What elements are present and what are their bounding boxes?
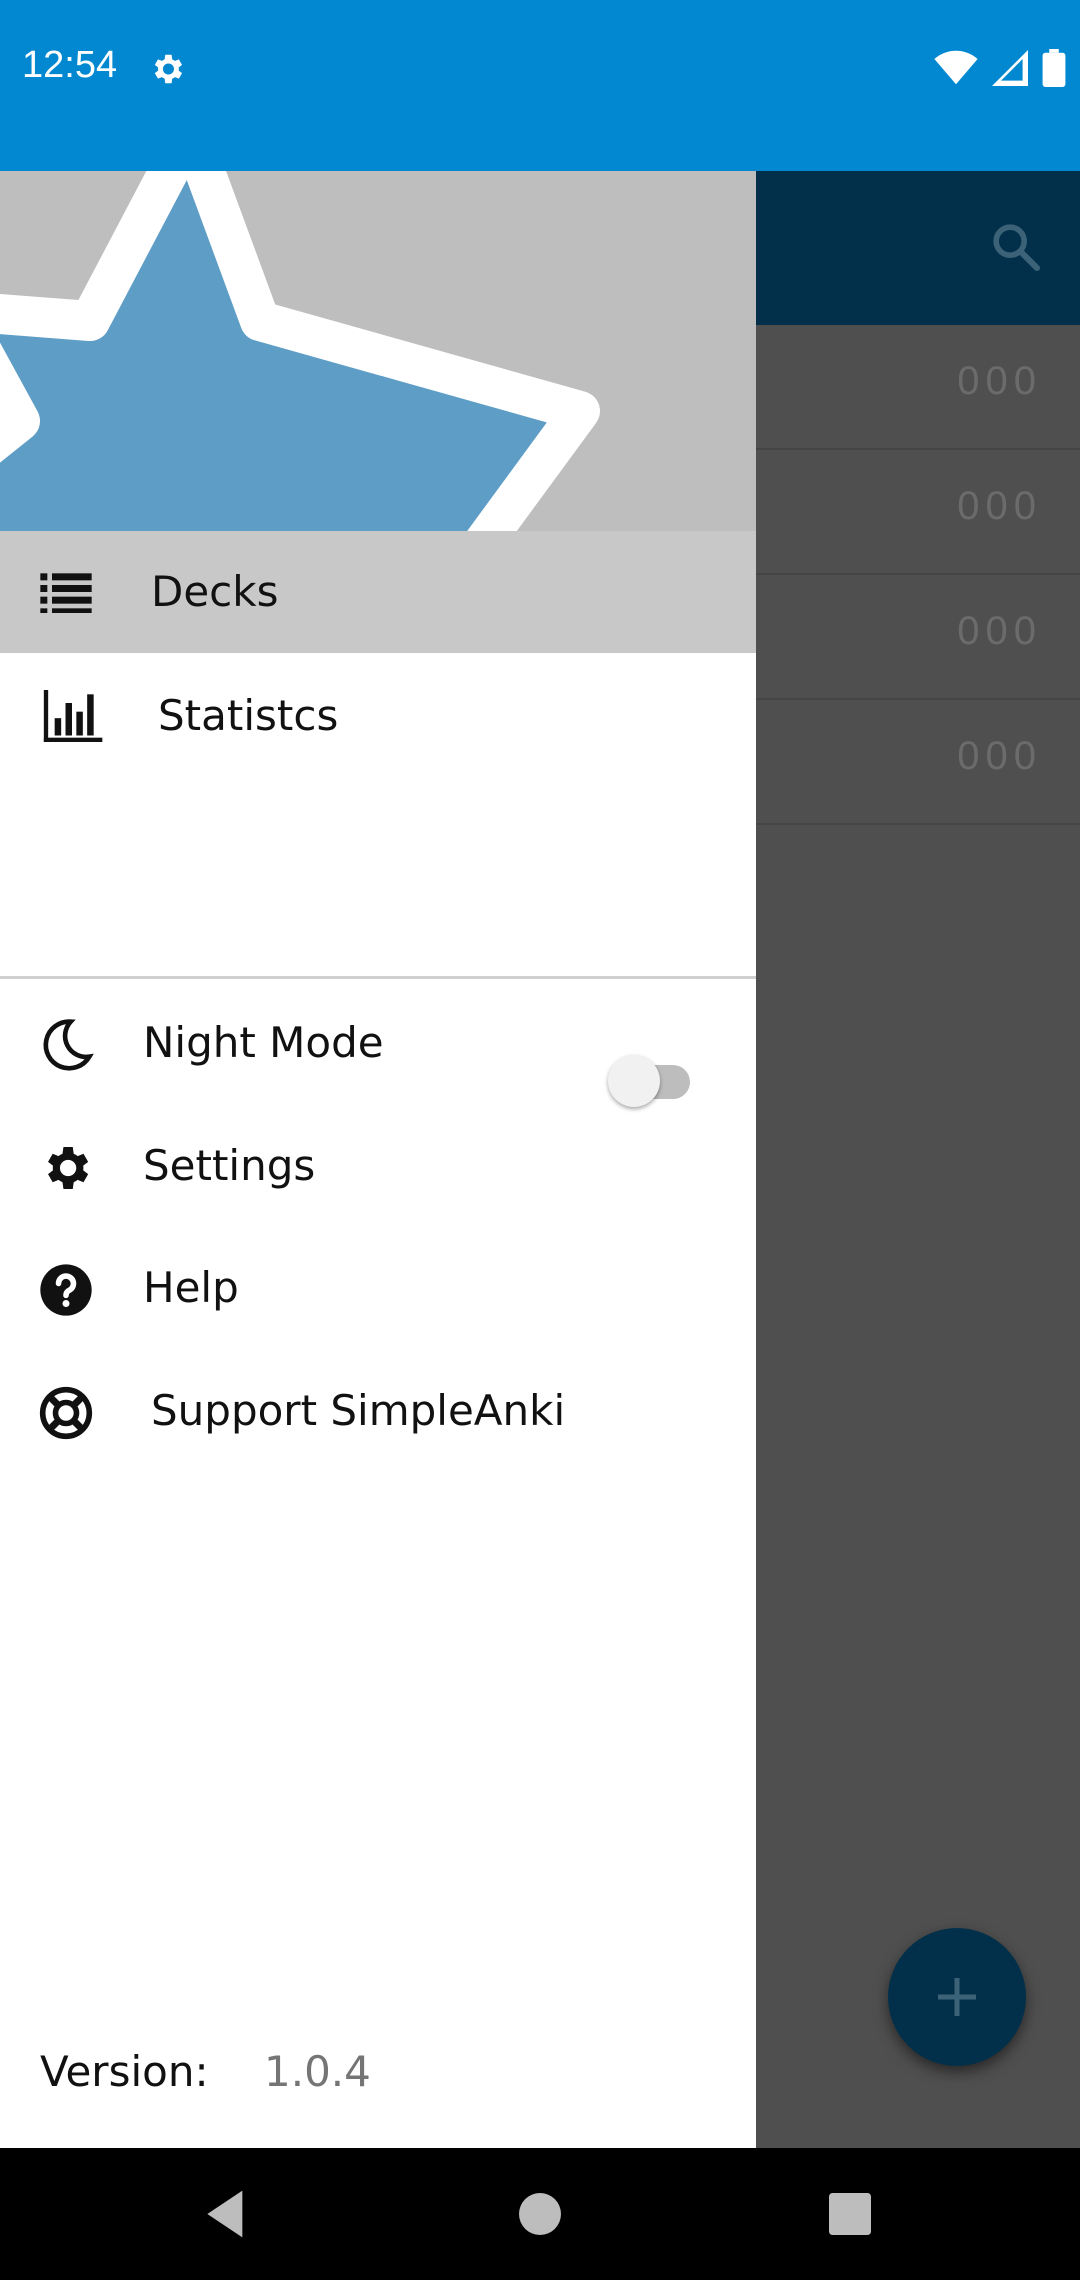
- drawer-divider: [0, 976, 756, 979]
- background-deck-list: 000 000 000 000: [756, 171, 1080, 2148]
- gear-icon: [48, 1147, 89, 1189]
- drawer-item-label: Help: [143, 1263, 239, 1312]
- version-label: Version:: [40, 2047, 209, 2096]
- drawer-item-label: Settings: [143, 1141, 316, 1190]
- background-toolbar: [756, 171, 1080, 325]
- deck-row-count: 000: [957, 734, 1042, 778]
- deck-row: 000: [756, 700, 1080, 825]
- status-icons: [934, 48, 1066, 88]
- wifi-icon: [934, 50, 978, 85]
- drawer-item-night-mode[interactable]: Night Mode: [0, 982, 756, 1107]
- search-icon: [993, 224, 1041, 272]
- cellular-signal-icon: [992, 50, 1028, 86]
- deck-row-count: 000: [957, 484, 1042, 528]
- drawer-item-statistics[interactable]: Statistcs: [0, 653, 756, 775]
- version-value: 1.0.4: [264, 2047, 371, 2096]
- lifebuoy-icon: [39, 1386, 93, 1440]
- drawer-item-label: Support SimpleAnki: [151, 1386, 566, 1435]
- deck-row: 000: [756, 450, 1080, 575]
- drawer-header: [0, 171, 756, 531]
- recents-icon[interactable]: [822, 2186, 878, 2242]
- drawer-item-decks[interactable]: Decks: [0, 531, 756, 653]
- deck-row-count: 000: [957, 359, 1042, 403]
- drawer-item-label: Statistcs: [158, 691, 339, 740]
- drawer-item-label: Night Mode: [143, 1018, 384, 1067]
- status-bar: 12:54: [0, 0, 1080, 171]
- list-icon: [40, 573, 92, 613]
- help-icon: [40, 1264, 92, 1316]
- back-icon[interactable]: [198, 2186, 254, 2242]
- battery-icon: [1042, 49, 1066, 87]
- add-deck-fab: [888, 1928, 1026, 2066]
- navigation-drawer: Decks Statistcs Night Mode Settings Help…: [0, 171, 756, 2148]
- drawer-item-support[interactable]: Support SimpleAnki: [0, 1352, 756, 1474]
- deck-row-count: 000: [957, 609, 1042, 653]
- settings-notification-icon: [154, 54, 183, 84]
- drawer-item-settings[interactable]: Settings: [0, 1105, 756, 1227]
- night-mode-toggle[interactable]: [608, 1051, 700, 1111]
- system-nav-bar: [0, 2148, 1080, 2280]
- status-time: 12:54: [22, 44, 118, 86]
- toggle-thumb: [608, 1055, 660, 1107]
- star-logo-image: [0, 171, 600, 531]
- moon-icon: [43, 1019, 94, 1071]
- plus-icon: [938, 1978, 976, 2016]
- home-icon[interactable]: [512, 2186, 568, 2242]
- deck-row: 000: [756, 575, 1080, 700]
- bar-chart-icon: [43, 690, 103, 742]
- drawer-item-help[interactable]: Help: [0, 1229, 756, 1351]
- drawer-item-label: Decks: [151, 567, 279, 616]
- deck-row: 000: [756, 325, 1080, 450]
